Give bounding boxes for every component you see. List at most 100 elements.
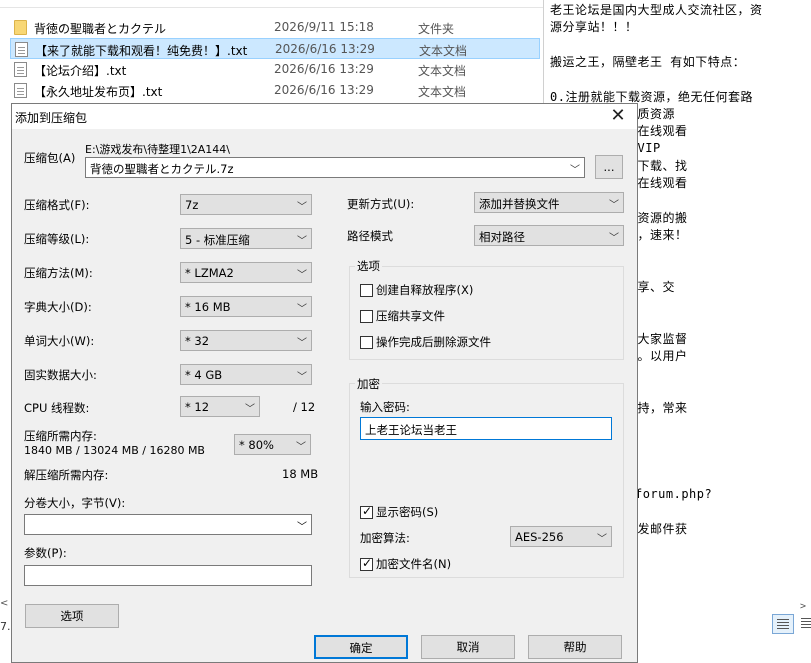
file-type: 文本文档 (419, 44, 468, 58)
file-name: 背徳の聖職者とカクテル (34, 22, 167, 36)
password-label: 输入密码: (360, 400, 410, 414)
dictionary-label: 字典大小(D): (24, 300, 92, 314)
format-label: 压缩格式(F): (24, 198, 90, 212)
dialog-title: 添加到压缩包 (15, 111, 88, 125)
chevron-down-icon: ﹀ (609, 200, 619, 211)
cancel-button[interactable]: 取消 (421, 635, 515, 659)
help-button[interactable]: 帮助 (528, 635, 622, 659)
solid-block-select[interactable]: * 4 GB ﹀ (180, 364, 312, 385)
file-name: 【永久地址发布页】.txt (34, 85, 163, 99)
chevron-down-icon: ﹀ (297, 304, 307, 315)
file-name: 【论坛介绍】.txt (34, 64, 127, 78)
chevron-down-icon: ﹀ (297, 338, 307, 349)
decompress-memory-value: 18 MB (282, 467, 319, 481)
memory-label: 压缩所需内存: (24, 429, 97, 443)
file-row[interactable]: 【来了就能下载和观看！纯免费！】.txt 2026/6/16 13:29 文本文档 (10, 38, 540, 59)
chevron-down-icon: ﹀ (296, 442, 306, 453)
format-select[interactable]: 7z ﹀ (180, 194, 312, 215)
text-file-icon (14, 83, 27, 98)
file-date: 2026/6/16 13:29 (274, 62, 374, 76)
options-group-title: 选项 (355, 258, 382, 274)
level-value: 5 - 标准压缩 (185, 233, 250, 247)
archive-path: E:\游戏发布\待整理1\2A144\ (85, 143, 230, 156)
dictionary-select[interactable]: * 16 MB ﹀ (180, 296, 312, 317)
folder-row[interactable]: 背徳の聖職者とカクテル 2026/9/11 15:18 文件夹 (10, 17, 540, 38)
password-input[interactable]: 上老王论坛当老王 (360, 417, 612, 440)
file-type: 文件夹 (418, 22, 455, 36)
archive-name-combo[interactable]: 背徳の聖職者とカクテル.7z ﹀ (85, 157, 585, 178)
scroll-left-icon[interactable]: < (0, 598, 10, 610)
file-name: 【来了就能下载和观看！纯免费！】.txt (35, 44, 248, 58)
checkbox-icon[interactable] (360, 335, 373, 349)
cpu-threads-label: CPU 线程数: (24, 401, 90, 415)
encrypt-filenames-label: 加密文件名(N) (376, 557, 452, 571)
encryption-group-title: 加密 (355, 376, 382, 392)
memory-percent-select[interactable]: * 80% ﹀ (234, 434, 311, 455)
method-select[interactable]: * LZMA2 ﹀ (180, 262, 312, 283)
parameters-input[interactable] (24, 565, 312, 586)
chevron-down-icon: ﹀ (297, 202, 307, 213)
encryption-method-value: AES-256 (515, 530, 564, 544)
checkbox-checked-icon[interactable] (360, 504, 373, 519)
file-date: 2026/6/16 13:29 (275, 42, 375, 56)
memory-percent-value: * 80% (239, 438, 274, 452)
column-header (0, 0, 543, 8)
path-mode-select[interactable]: 相对路径 ﹀ (474, 225, 624, 246)
scroll-right-icon[interactable]: > (800, 598, 806, 615)
level-label: 压缩等级(L): (24, 232, 90, 246)
update-mode-select[interactable]: 添加并替换文件 ﹀ (474, 192, 624, 213)
archive-label: 压缩包(A) (24, 151, 76, 165)
file-date: 2026/9/11 15:18 (274, 20, 374, 34)
checkbox-icon[interactable] (360, 309, 373, 323)
file-row[interactable]: 【永久地址发布页】.txt 2026/6/16 13:29 文本文档 (10, 80, 540, 101)
memory-values: 1840 MB / 13024 MB / 16280 MB (24, 444, 205, 457)
show-password-label: 显示密码(S) (376, 505, 439, 519)
options-button[interactable]: 选项 (25, 604, 119, 628)
close-icon[interactable]: ✕ (601, 104, 635, 128)
details-view-icon[interactable] (772, 614, 794, 634)
text-file-icon (14, 62, 27, 77)
path-mode-value: 相对路径 (479, 230, 525, 244)
file-row[interactable]: 【论坛介绍】.txt 2026/6/16 13:29 文本文档 (10, 59, 540, 80)
compress-shared-label: 压缩共享文件 (376, 309, 445, 323)
checkbox-icon[interactable] (360, 283, 373, 297)
chevron-down-icon: ﹀ (297, 270, 307, 281)
dialog-titlebar: 添加到压缩包 ✕ (12, 104, 637, 129)
chevron-down-icon: ﹀ (609, 233, 619, 244)
chevron-down-icon[interactable]: ﹀ (570, 161, 580, 176)
word-size-label: 单词大小(W): (24, 334, 95, 348)
cpu-threads-select[interactable]: * 12 ﹀ (180, 396, 260, 417)
solid-block-label: 固实数据大小: (24, 368, 97, 382)
level-select[interactable]: 5 - 标准压缩 ﹀ (180, 228, 312, 249)
password-value: 上老王论坛当老王 (365, 423, 457, 437)
volume-size-label: 分卷大小，字节(V): (24, 496, 126, 510)
parameters-label: 参数(P): (24, 546, 67, 560)
encryption-method-label: 加密算法: (360, 531, 410, 545)
dictionary-value: * 16 MB (185, 300, 231, 314)
chevron-down-icon: ﹀ (245, 404, 255, 415)
browse-button[interactable]: ... (595, 155, 623, 179)
word-size-value: * 32 (185, 334, 210, 348)
volume-size-combo[interactable]: ﹀ (24, 514, 312, 535)
encryption-method-select[interactable]: AES-256 ﹀ (510, 526, 612, 547)
checkbox-checked-icon[interactable] (360, 556, 373, 571)
encrypt-filenames-checkbox[interactable]: 加密文件名(N) (360, 556, 451, 572)
delete-after-label: 操作完成后删除源文件 (376, 335, 491, 349)
text-file-icon (15, 42, 28, 57)
decompress-memory-label: 解压缩所需内存: (24, 468, 109, 482)
word-size-select[interactable]: * 32 ﹀ (180, 330, 312, 351)
update-mode-label: 更新方式(U): (347, 197, 415, 211)
update-mode-value: 添加并替换文件 (479, 197, 560, 211)
show-password-checkbox[interactable]: 显示密码(S) (360, 504, 438, 520)
ok-button[interactable]: 确定 (314, 635, 408, 659)
compress-shared-checkbox[interactable]: 压缩共享文件 (360, 308, 445, 324)
chevron-down-icon: ﹀ (597, 534, 607, 545)
chevron-down-icon[interactable]: ﹀ (297, 518, 307, 533)
text-line: 老王论坛是国内大型成人交流社区，资 (550, 3, 763, 17)
list-view-icon[interactable] (797, 614, 811, 634)
file-type: 文本文档 (418, 64, 467, 78)
create-sfx-checkbox[interactable]: 创建自释放程序(X) (360, 282, 473, 298)
method-label: 压缩方法(M): (24, 266, 93, 280)
delete-after-checkbox[interactable]: 操作完成后删除源文件 (360, 334, 491, 350)
text-line: 搬运之王，隔壁老王 有如下特点： (550, 54, 746, 69)
